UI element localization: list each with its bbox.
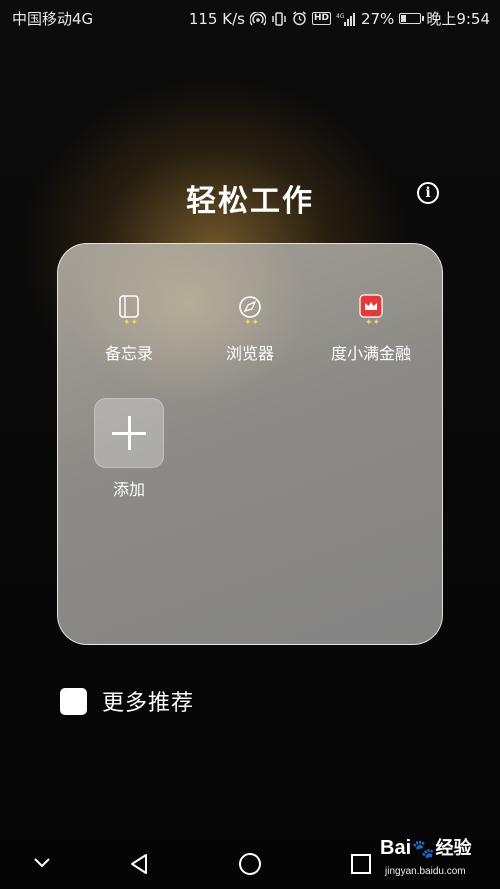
app-duxiaoman[interactable]: ✦✦ 度小满金融 xyxy=(311,294,431,364)
add-app-label: 添加 xyxy=(112,480,145,499)
more-recommendations-checkbox[interactable] xyxy=(60,687,87,715)
status-bar: 中国移动4G 115 K/s HD 4G 27% 晚上9:54 xyxy=(0,0,500,34)
new-app-sparkle-icon: ✦✦ xyxy=(123,318,139,328)
more-recommendations-label: 更多推荐 xyxy=(102,691,195,716)
new-app-sparkle-icon: ✦✦ xyxy=(365,318,381,328)
watermark-sub: 经验 xyxy=(435,838,472,859)
network-speed: 115 K/s xyxy=(188,9,245,28)
hd-icon: HD xyxy=(311,12,331,25)
app-notepad[interactable]: ✦✦ 备忘录 xyxy=(69,294,189,364)
app-folder-card: ✦✦ 备忘录 ✦✦ 浏览器 ✦✦ 度小满金融 添加 xyxy=(57,243,443,645)
add-app-button[interactable]: 添加 xyxy=(69,398,189,500)
alarm-icon xyxy=(292,11,306,26)
network-type-label: 4G xyxy=(336,13,345,20)
vibrate-icon xyxy=(272,11,286,26)
watermark-url: jingyan.baidu.com xyxy=(385,866,466,877)
signal-icon: 4G xyxy=(336,12,355,26)
browser-icon xyxy=(239,296,261,318)
app-label: 度小满金融 xyxy=(330,344,411,363)
baidu-jingyan-watermark: Bai 🐾 经验 xyxy=(380,834,472,860)
plus-icon xyxy=(94,398,164,468)
chevron-down-icon[interactable] xyxy=(33,856,51,868)
carrier-label: 中国移动4G xyxy=(12,10,94,28)
app-browser[interactable]: ✦✦ 浏览器 xyxy=(190,294,310,364)
battery-level-fill xyxy=(401,15,407,22)
paw-icon: 🐾 xyxy=(412,839,435,860)
home-icon[interactable] xyxy=(238,852,262,876)
recents-icon[interactable] xyxy=(350,853,372,875)
hotspot-icon xyxy=(249,11,266,25)
back-icon[interactable] xyxy=(128,852,150,876)
app-label: 备忘录 xyxy=(104,344,153,363)
app-label: 浏览器 xyxy=(225,344,274,363)
new-app-sparkle-icon: ✦✦ xyxy=(244,318,260,328)
info-icon[interactable]: i xyxy=(417,182,439,204)
notepad-icon xyxy=(119,295,139,318)
duxiaoman-icon xyxy=(359,294,383,318)
watermark-brand: Bai xyxy=(380,837,412,859)
battery-percent: 27% xyxy=(360,9,395,28)
battery-icon xyxy=(399,13,425,24)
clock: 晚上9:54 xyxy=(426,10,490,28)
more-recommendations-toggle[interactable]: 更多推荐 xyxy=(60,685,194,717)
status-icons: 115 K/s HD 4G 27% 晚上9:54 xyxy=(189,8,490,29)
